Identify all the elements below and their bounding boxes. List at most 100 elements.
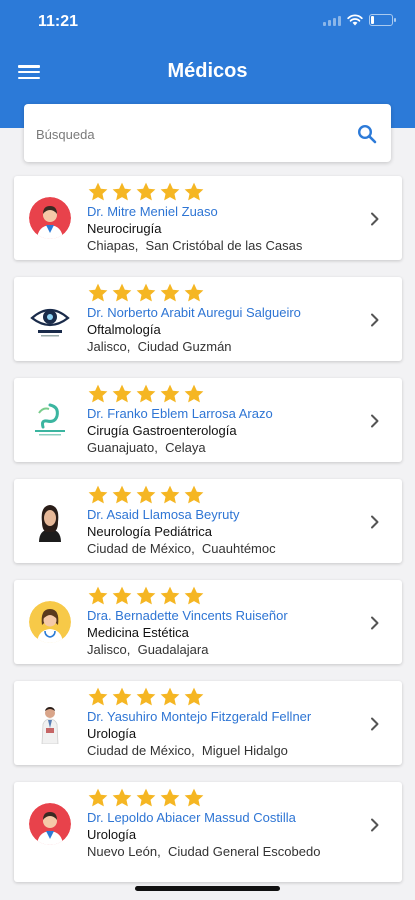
location-state: Ciudad de México (87, 541, 192, 556)
star-icon (184, 283, 204, 302)
location-state: Ciudad de México (87, 743, 192, 758)
battery-icon (369, 14, 396, 26)
search-bar (24, 104, 391, 162)
star-icon (112, 182, 132, 201)
rating-stars (87, 685, 362, 709)
location-city: Celaya (165, 440, 206, 455)
doctor-name[interactable]: Dr. Mitre Meniel Zuaso (87, 204, 362, 220)
location-city: Ciudad Guzmán (137, 339, 232, 354)
location-city: San Cristóbal de las Casas (145, 238, 303, 253)
chevron-right-icon[interactable] (370, 313, 380, 327)
doctor-name[interactable]: Dr. Asaid Llamosa Beyruty (87, 507, 362, 523)
star-icon (136, 586, 156, 605)
doctor-location: Chiapas, San Cristóbal de las Casas (87, 238, 303, 253)
doctor-card[interactable]: Dr. Norberto Arabit Auregui Salgueiro Of… (14, 277, 402, 361)
rating-stars (87, 786, 362, 810)
doctor-card[interactable]: Dr. Mitre Meniel Zuaso Neurocirugía Chia… (14, 176, 402, 260)
doctor-specialty: Urología (87, 726, 137, 741)
star-icon (184, 788, 204, 807)
doctor-location: Ciudad de México, Cuauhtémoc (87, 541, 276, 556)
doctor-card[interactable]: Dr. Lepoldo Abiacer Massud Costilla Urol… (14, 782, 402, 882)
doctor-info: Dr. Asaid Llamosa Beyruty Neurología Ped… (87, 483, 362, 557)
location-state: Guanajuato (87, 440, 155, 455)
doctor-name[interactable]: Dra. Bernadette Vincents Ruiseñor (87, 608, 362, 624)
doctor-card[interactable]: Dra. Bernadette Vincents Ruiseñor Medici… (14, 580, 402, 664)
location-state: Chiapas (87, 238, 135, 253)
doctor-info: Dra. Bernadette Vincents Ruiseñor Medici… (87, 584, 362, 658)
search-input[interactable] (36, 123, 336, 145)
doctor-info: Dr. Mitre Meniel Zuaso Neurocirugía Chia… (87, 180, 362, 254)
star-icon (112, 485, 132, 504)
female-doctor-illustration-icon (29, 601, 71, 643)
home-indicator (135, 886, 280, 891)
star-icon (112, 687, 132, 706)
star-icon (160, 788, 180, 807)
doctor-illustration-icon (29, 197, 71, 239)
wifi-icon (347, 14, 363, 26)
rating-stars (87, 180, 362, 204)
star-icon (88, 485, 108, 504)
doctor-illustration-icon (29, 803, 71, 845)
star-icon (136, 182, 156, 201)
doctor-name[interactable]: Dr. Lepoldo Abiacer Massud Costilla (87, 810, 362, 826)
doctor-specialty: Oftalmología (87, 322, 161, 337)
doctor-location: Jalisco, Guadalajara (87, 642, 209, 657)
star-icon (136, 283, 156, 302)
star-icon (160, 283, 180, 302)
rating-stars (87, 382, 362, 406)
doctor-location: Guanajuato, Celaya (87, 440, 206, 455)
star-icon (136, 485, 156, 504)
doctor-card[interactable]: Dr. Franko Eblem Larrosa Arazo Cirugía G… (14, 378, 402, 462)
doctor-name[interactable]: Dr. Norberto Arabit Auregui Salgueiro (87, 305, 362, 321)
doctor-info: Dr. Lepoldo Abiacer Massud Costilla Urol… (87, 786, 362, 860)
doctor-photo-icon (29, 500, 71, 542)
rating-stars (87, 584, 362, 608)
chevron-right-icon[interactable] (370, 515, 380, 529)
doctor-info: Dr. Franko Eblem Larrosa Arazo Cirugía G… (87, 382, 362, 456)
rating-stars (87, 483, 362, 507)
chevron-right-icon[interactable] (370, 717, 380, 731)
star-icon (88, 182, 108, 201)
doctor-specialty: Neurología Pediátrica (87, 524, 213, 539)
doctor-specialty: Cirugía Gastroenterología (87, 423, 237, 438)
star-icon (160, 586, 180, 605)
location-city: Cuauhtémoc (201, 541, 276, 556)
star-icon (88, 586, 108, 605)
doctor-card[interactable]: Dr. Asaid Llamosa Beyruty Neurología Ped… (14, 479, 402, 563)
star-icon (136, 788, 156, 807)
doctor-info: Dr. Norberto Arabit Auregui Salgueiro Of… (87, 281, 362, 355)
chevron-right-icon[interactable] (370, 414, 380, 428)
doctor-card[interactable]: Dr. Yasuhiro Montejo Fitzgerald Fellner … (14, 681, 402, 765)
doctor-standing-photo-icon (29, 702, 71, 744)
doctor-name[interactable]: Dr. Franko Eblem Larrosa Arazo (87, 406, 362, 422)
star-icon (184, 687, 204, 706)
search-icon[interactable] (357, 124, 377, 144)
doctor-location: Nuevo León, Ciudad General Escobedo (87, 844, 321, 859)
chevron-right-icon[interactable] (370, 212, 380, 226)
star-icon (88, 283, 108, 302)
location-state: Jalisco (87, 339, 127, 354)
star-icon (88, 384, 108, 403)
doctor-info: Dr. Yasuhiro Montejo Fitzgerald Fellner … (87, 685, 362, 759)
star-icon (160, 182, 180, 201)
doctor-list: Dr. Mitre Meniel Zuaso Neurocirugía Chia… (14, 176, 402, 899)
star-icon (112, 384, 132, 403)
star-icon (88, 687, 108, 706)
doctor-specialty: Urología (87, 827, 137, 842)
doctor-location: Ciudad de México, Miguel Hidalgo (87, 743, 288, 758)
star-icon (136, 384, 156, 403)
chevron-right-icon[interactable] (370, 616, 380, 630)
star-icon (112, 283, 132, 302)
ophthalmology-logo-icon (29, 298, 71, 340)
star-icon (184, 384, 204, 403)
location-city: Miguel Hidalgo (201, 743, 288, 758)
rating-stars (87, 281, 362, 305)
star-icon (160, 384, 180, 403)
status-icons (323, 14, 396, 26)
status-time: 11:21 (38, 13, 79, 30)
doctor-name[interactable]: Dr. Yasuhiro Montejo Fitzgerald Fellner (87, 709, 362, 725)
star-icon (184, 485, 204, 504)
chevron-right-icon[interactable] (370, 818, 380, 832)
star-icon (112, 788, 132, 807)
status-bar: 11:21 (0, 0, 415, 44)
